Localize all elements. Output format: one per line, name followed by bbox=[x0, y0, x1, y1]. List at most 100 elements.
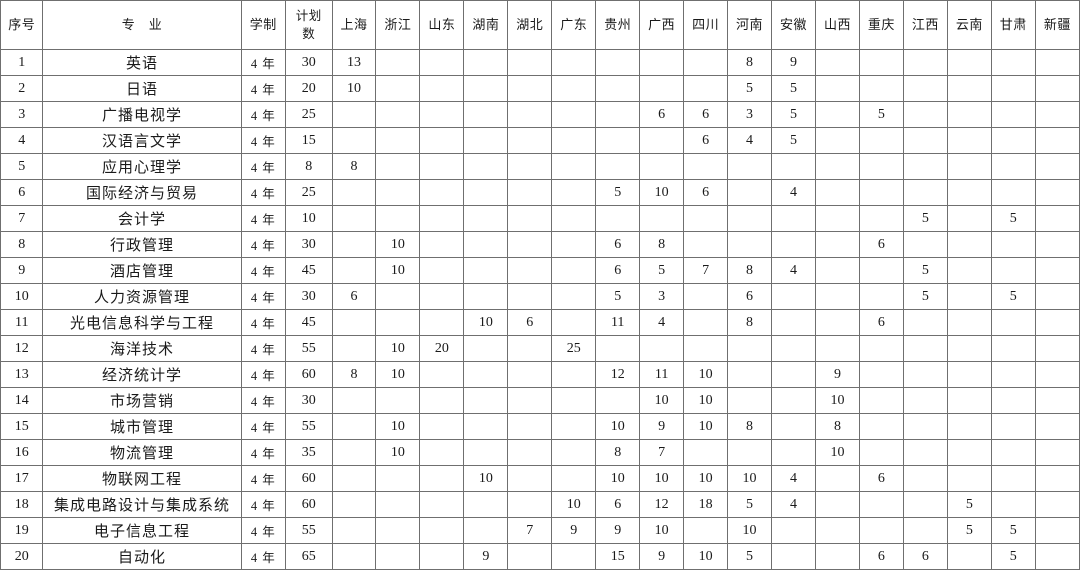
row-province-quota bbox=[771, 413, 816, 440]
row-major-name: 自动化 bbox=[42, 543, 242, 570]
row-province-quota: 5 bbox=[639, 257, 685, 284]
row-province-quota: 7 bbox=[683, 257, 729, 284]
row-province-quota bbox=[1034, 413, 1080, 440]
row-major-name: 市场营销 bbox=[42, 387, 242, 414]
row-province-quota bbox=[727, 335, 773, 362]
row-province-quota bbox=[419, 127, 465, 154]
row-province-quota: 5 bbox=[595, 179, 641, 206]
row-province-quota bbox=[1034, 205, 1080, 232]
row-province-quota: 15 bbox=[595, 543, 641, 570]
row-province-quota bbox=[507, 127, 553, 154]
row-province-quota bbox=[814, 257, 860, 284]
row-province-quota: 9 bbox=[595, 517, 641, 544]
row-province-quota: 6 bbox=[595, 491, 641, 518]
row-province-quota bbox=[507, 205, 553, 232]
row-province-quota: 7 bbox=[639, 439, 685, 466]
row-years: 4 年 bbox=[240, 361, 287, 388]
row-total-plan: 55 bbox=[285, 517, 333, 544]
row-province-quota bbox=[419, 361, 465, 388]
row-province-quota bbox=[946, 335, 992, 362]
row-province-quota bbox=[331, 101, 377, 128]
row-province-quota bbox=[463, 179, 509, 206]
row-province-quota bbox=[507, 439, 553, 466]
row-index: 5 bbox=[0, 153, 44, 180]
row-province-quota bbox=[946, 543, 992, 570]
row-index: 2 bbox=[0, 75, 44, 102]
row-total-plan: 30 bbox=[285, 49, 333, 76]
row-province-quota: 4 bbox=[771, 465, 816, 492]
row-province-quota bbox=[419, 465, 465, 492]
row-province-quota bbox=[683, 517, 729, 544]
row-province-quota bbox=[1034, 439, 1080, 466]
row-province-quota bbox=[946, 439, 992, 466]
row-province-quota bbox=[683, 335, 729, 362]
row-province-quota bbox=[551, 361, 597, 388]
row-province-quota bbox=[463, 101, 509, 128]
row-total-plan: 45 bbox=[285, 257, 333, 284]
row-years: 4 年 bbox=[240, 101, 287, 128]
row-index: 16 bbox=[0, 439, 44, 466]
header-province-chongqing: 重庆 bbox=[858, 0, 904, 50]
row-province-quota bbox=[814, 517, 860, 544]
row-province-quota: 9 bbox=[771, 49, 816, 76]
header-province-shanghai: 上海 bbox=[331, 0, 377, 50]
row-province-quota bbox=[902, 361, 948, 388]
row-major-name: 会计学 bbox=[42, 205, 242, 232]
row-province-quota bbox=[639, 49, 685, 76]
row-province-quota: 6 bbox=[639, 101, 685, 128]
row-province-quota: 5 bbox=[902, 283, 948, 310]
row-province-quota bbox=[946, 309, 992, 336]
row-province-quota: 10 bbox=[683, 361, 729, 388]
row-province-quota: 8 bbox=[727, 257, 773, 284]
table-row: 3 广播电视学 4 年 25 6 6 3 5 5 bbox=[0, 101, 1080, 128]
row-province-quota bbox=[1034, 335, 1080, 362]
row-province-quota bbox=[1034, 153, 1080, 180]
row-province-quota bbox=[946, 49, 992, 76]
row-province-quota: 12 bbox=[595, 361, 641, 388]
row-province-quota bbox=[814, 335, 860, 362]
row-total-plan: 60 bbox=[285, 491, 333, 518]
row-province-quota: 5 bbox=[946, 517, 992, 544]
row-province-quota bbox=[814, 309, 860, 336]
row-province-quota: 9 bbox=[639, 543, 685, 570]
row-major-name: 广播电视学 bbox=[42, 101, 242, 128]
row-province-quota bbox=[1034, 101, 1080, 128]
row-province-quota bbox=[463, 257, 509, 284]
row-index: 13 bbox=[0, 361, 44, 388]
row-province-quota bbox=[507, 75, 553, 102]
row-index: 9 bbox=[0, 257, 44, 284]
header-province-sichuan: 四川 bbox=[683, 0, 729, 50]
row-province-quota bbox=[902, 127, 948, 154]
row-province-quota bbox=[814, 283, 860, 310]
row-province-quota bbox=[814, 491, 860, 518]
row-province-quota: 10 bbox=[814, 387, 860, 414]
row-province-quota bbox=[902, 439, 948, 466]
row-years: 4 年 bbox=[240, 231, 287, 258]
row-province-quota bbox=[551, 543, 597, 570]
row-province-quota: 5 bbox=[727, 543, 773, 570]
header-province-xinjiang: 新疆 bbox=[1034, 0, 1080, 50]
row-province-quota bbox=[814, 127, 860, 154]
row-province-quota bbox=[771, 361, 816, 388]
row-major-name: 国际经济与贸易 bbox=[42, 179, 242, 206]
row-province-quota bbox=[771, 283, 816, 310]
header-province-guangdong: 广东 bbox=[551, 0, 597, 50]
row-province-quota bbox=[858, 517, 904, 544]
row-total-plan: 30 bbox=[285, 387, 333, 414]
row-province-quota bbox=[551, 439, 597, 466]
row-total-plan: 25 bbox=[285, 101, 333, 128]
row-province-quota bbox=[1034, 465, 1080, 492]
row-total-plan: 10 bbox=[285, 205, 333, 232]
row-province-quota bbox=[507, 491, 553, 518]
row-province-quota bbox=[551, 283, 597, 310]
row-province-quota bbox=[419, 49, 465, 76]
row-province-quota bbox=[463, 205, 509, 232]
row-index: 15 bbox=[0, 413, 44, 440]
row-province-quota bbox=[507, 179, 553, 206]
row-province-quota bbox=[683, 49, 729, 76]
row-major-name: 物联网工程 bbox=[42, 465, 242, 492]
row-province-quota bbox=[858, 387, 904, 414]
header-years: 学制 bbox=[240, 0, 287, 50]
row-province-quota: 10 bbox=[375, 439, 421, 466]
row-province-quota bbox=[727, 179, 773, 206]
